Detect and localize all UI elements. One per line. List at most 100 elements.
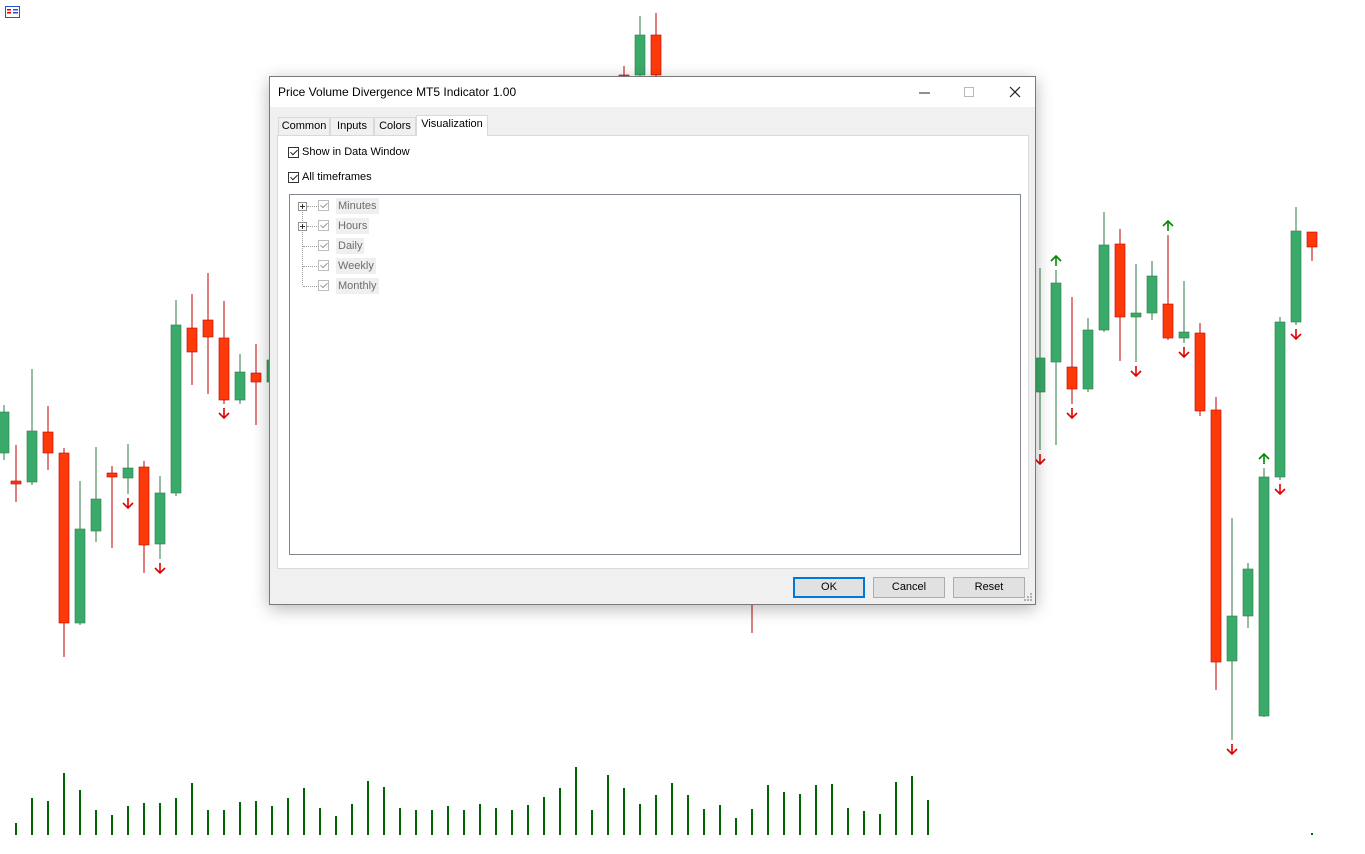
candle-body xyxy=(1034,357,1046,393)
daily-checkbox[interactable] xyxy=(318,240,329,251)
dialog-titlebar[interactable]: Price Volume Divergence MT5 Indicator 1.… xyxy=(270,77,1035,107)
bull-candle xyxy=(26,369,38,485)
candle-body xyxy=(170,324,182,494)
bull-candle xyxy=(1258,452,1270,717)
visualization-panel: Show in Data Window All timeframes Minut… xyxy=(277,135,1029,569)
indicator-properties-dialog: Price Volume Divergence MT5 Indicator 1.… xyxy=(269,76,1036,605)
candle-body xyxy=(1306,231,1318,248)
candle-body xyxy=(1114,243,1126,318)
sell-arrow-icon xyxy=(1034,454,1046,466)
tree-item-label: Hours xyxy=(336,218,370,234)
hours-checkbox[interactable] xyxy=(318,220,329,231)
tree-item-monthly[interactable]: Monthly xyxy=(290,276,490,296)
all-timeframes-option[interactable]: All timeframes xyxy=(288,171,372,183)
expand-plus-icon[interactable] xyxy=(298,202,307,211)
candle-body xyxy=(1130,312,1142,318)
close-icon[interactable] xyxy=(992,77,1037,107)
all-timeframes-label: All timeframes xyxy=(302,171,372,183)
candle-body xyxy=(1274,321,1286,478)
weekly-checkbox[interactable] xyxy=(318,260,329,271)
candle-body xyxy=(1082,329,1094,390)
candle-body xyxy=(1178,331,1190,339)
volume-histogram xyxy=(15,767,1313,835)
bull-candle xyxy=(1098,212,1110,332)
tree-item-minutes[interactable]: Minutes xyxy=(290,196,490,216)
tab-inputs[interactable]: Inputs xyxy=(330,117,374,135)
reset-button[interactable]: Reset xyxy=(953,577,1025,598)
sell-arrow-icon xyxy=(1178,347,1190,359)
bear-candle xyxy=(1066,297,1078,420)
candle-body xyxy=(1146,275,1158,314)
timeframes-tree[interactable]: Minutes Hours Daily Weekly Monthly xyxy=(289,194,1021,555)
sell-arrow-icon xyxy=(1130,366,1142,378)
bear-candle xyxy=(186,294,198,385)
sell-arrow-icon xyxy=(1226,744,1238,756)
show-in-data-window-checkbox[interactable] xyxy=(288,146,299,158)
bear-candle xyxy=(202,273,214,394)
candle-body xyxy=(202,319,214,338)
bear-candle xyxy=(138,461,150,573)
all-timeframes-checkbox[interactable] xyxy=(288,171,299,183)
chart-menu-icon[interactable] xyxy=(5,6,20,18)
candle-body xyxy=(650,34,662,76)
sell-arrow-icon xyxy=(122,498,134,510)
tree-item-daily[interactable]: Daily xyxy=(290,236,490,256)
candle-body xyxy=(1226,615,1238,662)
bull-candle xyxy=(1050,254,1062,445)
bear-candle xyxy=(58,448,70,657)
bull-candle xyxy=(122,444,134,510)
candle-body xyxy=(1290,230,1302,323)
bull-candle xyxy=(234,354,246,404)
candle-body xyxy=(74,528,86,624)
tab-colors[interactable]: Colors xyxy=(374,117,416,135)
sell-arrow-icon xyxy=(1274,484,1286,496)
candle-body xyxy=(1210,409,1222,663)
bull-candle xyxy=(170,300,182,496)
cancel-button[interactable]: Cancel xyxy=(873,577,945,598)
bull-candle xyxy=(1242,563,1254,628)
tree-branch-line xyxy=(307,226,317,227)
candle-body xyxy=(42,431,54,454)
tab-visualization[interactable]: Visualization xyxy=(416,115,488,136)
candle-body xyxy=(122,467,134,479)
candle-body xyxy=(250,372,262,383)
buy-arrow-icon xyxy=(1050,254,1062,266)
candle-body xyxy=(90,498,102,532)
bull-candle xyxy=(1226,518,1238,756)
bear-candle xyxy=(1210,397,1222,690)
tree-item-weekly[interactable]: Weekly xyxy=(290,256,490,276)
bear-candle xyxy=(106,466,118,548)
tree-item-hours[interactable]: Hours xyxy=(290,216,490,236)
bear-candle xyxy=(1306,231,1318,261)
bear-candle xyxy=(10,445,22,502)
sell-arrow-icon xyxy=(1066,408,1078,420)
candle-body xyxy=(106,472,118,478)
candle-body xyxy=(186,327,198,353)
tab-common[interactable]: Common xyxy=(278,117,330,135)
candle-body xyxy=(10,480,22,485)
show-in-data-window-label: Show in Data Window xyxy=(302,146,410,158)
buy-arrow-icon xyxy=(1162,219,1174,231)
sell-arrow-icon xyxy=(1290,329,1302,341)
candle-body xyxy=(1050,282,1062,363)
dialog-title: Price Volume Divergence MT5 Indicator 1.… xyxy=(278,85,517,99)
candle-body xyxy=(1098,244,1110,331)
expand-plus-icon[interactable] xyxy=(298,222,307,231)
tree-branch-line xyxy=(303,266,317,267)
bull-candle xyxy=(90,447,102,542)
monthly-checkbox[interactable] xyxy=(318,280,329,291)
ok-button[interactable]: OK xyxy=(793,577,865,598)
bull-candle xyxy=(1274,317,1286,496)
tree-item-label: Daily xyxy=(336,238,365,254)
bull-candle xyxy=(1178,281,1190,359)
minimize-icon[interactable] xyxy=(902,77,947,107)
bull-candle xyxy=(1130,264,1142,378)
candle-body xyxy=(138,466,150,546)
bear-candle xyxy=(42,406,54,470)
candle-body xyxy=(1066,366,1078,390)
resize-grip-icon[interactable] xyxy=(1023,592,1033,602)
show-in-data-window-option[interactable]: Show in Data Window xyxy=(288,146,410,158)
minutes-checkbox[interactable] xyxy=(318,200,329,211)
sell-arrow-icon xyxy=(218,408,230,420)
tree-item-label: Weekly xyxy=(336,258,376,274)
